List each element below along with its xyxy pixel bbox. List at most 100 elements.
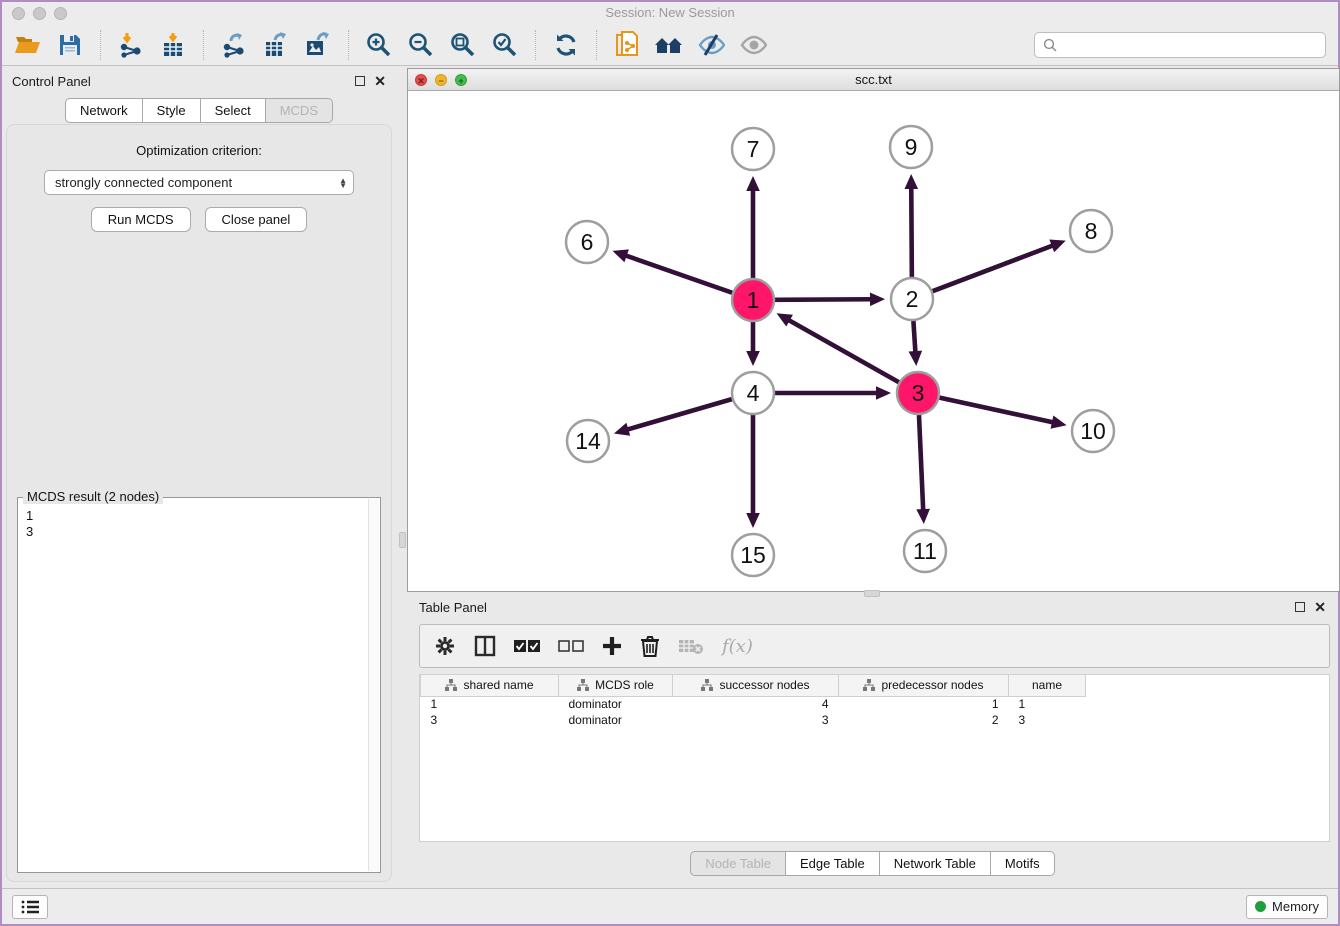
column-header-shared-name[interactable]: shared name (421, 675, 559, 696)
apply-layout-button[interactable] (548, 28, 584, 62)
tab-edge-table[interactable]: Edge Table (786, 851, 880, 876)
table-cell[interactable]: 3 (1009, 712, 1086, 728)
table-row[interactable]: 3dominator323 (421, 712, 1086, 728)
float-panel-icon[interactable] (355, 76, 365, 86)
first-neighbors-button[interactable] (651, 28, 687, 62)
table-cell[interactable]: 4 (673, 696, 839, 712)
close-panel-icon[interactable]: ✕ (374, 76, 386, 86)
graph-edge-2-9[interactable] (911, 186, 912, 277)
import-table-button[interactable] (155, 28, 191, 62)
table-row[interactable]: 1dominator411 (421, 696, 1086, 712)
show-all-button[interactable] (735, 28, 771, 62)
zoom-in-button[interactable] (361, 28, 397, 62)
table-body: 1dominator4113dominator323 (421, 696, 1086, 728)
optimization-criterion-select[interactable]: strongly connected component ▲▼ (44, 170, 354, 195)
export-network-button[interactable] (216, 28, 252, 62)
select-all-rows-button[interactable] (514, 631, 540, 661)
table-cell[interactable]: 3 (421, 712, 559, 728)
window-controls[interactable] (12, 7, 67, 20)
optimization-criterion-label: Optimization criterion: (7, 143, 391, 158)
network-canvas[interactable]: 7968124314101511 (408, 91, 1339, 591)
zoom-fit-button[interactable] (445, 28, 481, 62)
column-header-label: predecessor nodes (881, 678, 983, 692)
apply-layout-icon (553, 32, 579, 58)
table-cell[interactable]: dominator (559, 696, 673, 712)
tab-network-table[interactable]: Network Table (880, 851, 991, 876)
graph-arrowhead (614, 423, 630, 436)
mcds-result-text[interactable]: 1 3 (26, 508, 368, 870)
table-cell[interactable]: dominator (559, 712, 673, 728)
table-cell[interactable]: 1 (1009, 696, 1086, 712)
save-session-button[interactable] (52, 28, 88, 62)
graph-edge-1-2[interactable] (775, 299, 873, 300)
show-column-panel-button[interactable] (474, 631, 496, 661)
column-header-predecessor-nodes[interactable]: predecessor nodes (839, 675, 1009, 696)
tab-network[interactable]: Network (65, 98, 143, 123)
graph-node-label: 4 (747, 380, 760, 406)
close-table-panel-icon[interactable]: ✕ (1314, 602, 1326, 612)
network-close-button[interactable]: ✕ (415, 74, 427, 86)
clone-network-button[interactable] (609, 28, 645, 62)
tree-hierarchy-icon (577, 679, 589, 691)
export-image-button[interactable] (300, 28, 336, 62)
main-area: Control Panel ✕ NetworkStyleSelectMCDS O… (2, 66, 1338, 888)
tab-style[interactable]: Style (143, 98, 201, 123)
delete-column-button[interactable] (640, 631, 660, 661)
maximize-window-button[interactable] (54, 7, 67, 20)
panel-splitter-grip[interactable] (399, 532, 406, 548)
column-header-successor-nodes[interactable]: successor nodes (673, 675, 839, 696)
create-column-button[interactable] (602, 631, 622, 661)
network-minimize-button[interactable]: − (435, 74, 447, 86)
search-input[interactable] (1063, 38, 1317, 52)
close-window-button[interactable] (12, 7, 25, 20)
status-menu-button[interactable] (12, 895, 48, 919)
optimization-criterion-value: strongly connected component (55, 175, 339, 190)
run-mcds-button[interactable]: Run MCDS (91, 207, 191, 232)
zoom-selected-icon (492, 32, 518, 58)
export-table-button[interactable] (258, 28, 294, 62)
column-header-name[interactable]: name (1009, 675, 1086, 696)
graph-edge-4-14[interactable] (625, 399, 731, 430)
open-session-button[interactable] (10, 28, 46, 62)
graph-edge-3-1[interactable] (787, 319, 899, 382)
graph-edge-2-3[interactable] (913, 321, 915, 354)
graph-node-label: 3 (912, 380, 925, 406)
toolbar-separator (100, 30, 101, 60)
minimize-window-button[interactable] (33, 7, 46, 20)
mcds-result-box: MCDS result (2 nodes) 1 3 (17, 497, 381, 873)
select-all-icon (514, 639, 540, 653)
graph-edge-2-8[interactable] (933, 245, 1055, 291)
import-network-button[interactable] (113, 28, 149, 62)
control-panel-tabs: NetworkStyleSelectMCDS (2, 98, 396, 123)
graph-arrowhead (746, 351, 760, 366)
function-builder-button[interactable]: f(x) (722, 631, 753, 661)
zoom-out-button[interactable] (403, 28, 439, 62)
hide-selected-button[interactable] (693, 28, 729, 62)
delete-table-button[interactable] (678, 631, 704, 661)
table-cell[interactable]: 1 (839, 696, 1009, 712)
table-settings-button[interactable] (434, 631, 456, 661)
table-header-row[interactable]: shared nameMCDS rolesuccessor nodes prede… (421, 675, 1086, 696)
mcds-result-scrollbar[interactable] (368, 499, 379, 871)
graph-edge-1-6[interactable] (624, 255, 732, 293)
column-header-MCDS-role[interactable]: MCDS role (559, 675, 673, 696)
control-panel-header: Control Panel ✕ (2, 68, 396, 94)
memory-button[interactable]: Memory (1246, 895, 1328, 919)
tab-motifs[interactable]: Motifs (991, 851, 1055, 876)
graph-edge-3-11[interactable] (919, 415, 923, 512)
chevron-updown-icon: ▲▼ (339, 178, 347, 188)
network-maximize-button[interactable]: + (455, 74, 467, 86)
split-columns-icon (474, 635, 496, 657)
close-panel-button[interactable]: Close panel (205, 207, 308, 232)
graph-edge-3-10[interactable] (939, 398, 1054, 423)
search-field[interactable] (1034, 32, 1326, 58)
table-cell[interactable]: 2 (839, 712, 1009, 728)
table-cell[interactable]: 3 (673, 712, 839, 728)
zoom-selected-button[interactable] (487, 28, 523, 62)
deselect-all-rows-button[interactable] (558, 631, 584, 661)
tab-select[interactable]: Select (201, 98, 266, 123)
tab-mcds[interactable]: MCDS (266, 98, 333, 123)
table-cell[interactable]: 1 (421, 696, 559, 712)
float-table-panel-icon[interactable] (1295, 602, 1305, 612)
tab-node-table[interactable]: Node Table (690, 851, 786, 876)
